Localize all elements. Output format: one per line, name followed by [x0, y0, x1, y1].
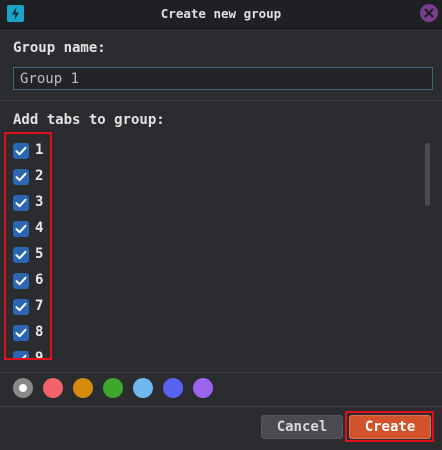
- color-swatch-light-blue[interactable]: [133, 378, 153, 398]
- tab-item[interactable]: 2: [13, 166, 73, 192]
- close-icon: [424, 8, 434, 18]
- tab-list: 1 2 3 4 5 6 7 8 9: [13, 140, 73, 360]
- scrollbar[interactable]: [425, 143, 430, 206]
- color-swatch-gray[interactable]: [13, 378, 33, 398]
- divider: [0, 100, 442, 101]
- close-button[interactable]: [420, 4, 438, 22]
- tab-item[interactable]: 9: [13, 348, 73, 360]
- tab-label: 3: [35, 194, 44, 210]
- color-swatch-purple[interactable]: [193, 378, 213, 398]
- cancel-button[interactable]: Cancel: [261, 415, 343, 439]
- title-bar: Create new group: [0, 0, 442, 29]
- checkbox[interactable]: [13, 143, 29, 159]
- tab-item[interactable]: 3: [13, 192, 73, 218]
- tab-item[interactable]: 4: [13, 218, 73, 244]
- checkbox[interactable]: [13, 325, 29, 341]
- divider: [0, 406, 442, 407]
- check-icon: [15, 146, 27, 156]
- check-icon: [15, 276, 27, 286]
- check-icon: [15, 224, 27, 234]
- tab-label: 1: [35, 142, 44, 158]
- checkbox[interactable]: [13, 299, 29, 315]
- create-button[interactable]: Create: [349, 415, 431, 439]
- color-swatch-orange[interactable]: [73, 378, 93, 398]
- checkbox[interactable]: [13, 351, 29, 360]
- tab-item[interactable]: 7: [13, 296, 73, 322]
- group-name-input[interactable]: [13, 67, 433, 90]
- selected-dot-icon: [19, 384, 27, 392]
- tab-item[interactable]: 1: [13, 140, 73, 166]
- color-swatch-blue[interactable]: [163, 378, 183, 398]
- divider: [0, 372, 442, 373]
- tab-label: 6: [35, 272, 44, 288]
- tab-item[interactable]: 5: [13, 244, 73, 270]
- window-title: Create new group: [160, 6, 282, 21]
- check-icon: [15, 354, 27, 360]
- tab-item[interactable]: 8: [13, 322, 73, 348]
- tab-item[interactable]: 6: [13, 270, 73, 296]
- check-icon: [15, 328, 27, 338]
- checkbox[interactable]: [13, 247, 29, 263]
- color-swatch-red[interactable]: [43, 378, 63, 398]
- tabs-label: Add tabs to group:: [13, 112, 165, 128]
- check-icon: [15, 302, 27, 312]
- checkbox[interactable]: [13, 273, 29, 289]
- tab-label: 9: [35, 350, 44, 360]
- tab-label: 8: [35, 324, 44, 340]
- tab-label: 5: [35, 246, 44, 262]
- checkbox[interactable]: [13, 169, 29, 185]
- color-swatch-green[interactable]: [103, 378, 123, 398]
- tab-label: 2: [35, 168, 44, 184]
- tab-label: 7: [35, 298, 44, 314]
- group-name-label: Group name:: [13, 40, 106, 56]
- check-icon: [15, 172, 27, 182]
- tab-label: 4: [35, 220, 44, 236]
- check-icon: [15, 198, 27, 208]
- check-icon: [15, 250, 27, 260]
- checkbox[interactable]: [13, 195, 29, 211]
- checkbox[interactable]: [13, 221, 29, 237]
